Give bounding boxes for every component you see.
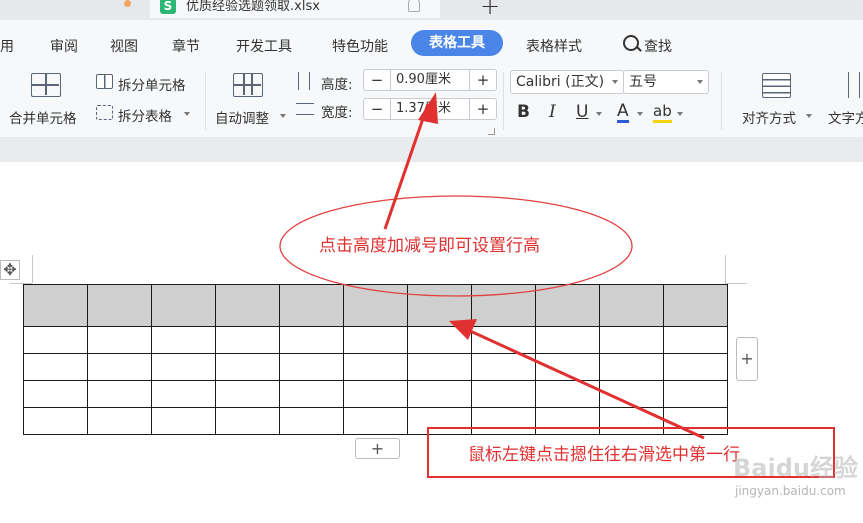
- callout-bottom-text: 鼠标左键点击摁住往右滑选中第一行: [468, 445, 740, 465]
- arrow-head-icon: [449, 319, 477, 340]
- watermark-url: jingyan.baidu.com: [735, 484, 846, 498]
- arrow-to-row-line: [467, 328, 705, 440]
- arrow-to-height-line: [383, 103, 430, 230]
- arrow-head-icon: [418, 92, 438, 124]
- watermark-logo: Baidu经验: [733, 454, 858, 482]
- callout-top-text: 点击高度加减号即可设置行高: [319, 236, 540, 256]
